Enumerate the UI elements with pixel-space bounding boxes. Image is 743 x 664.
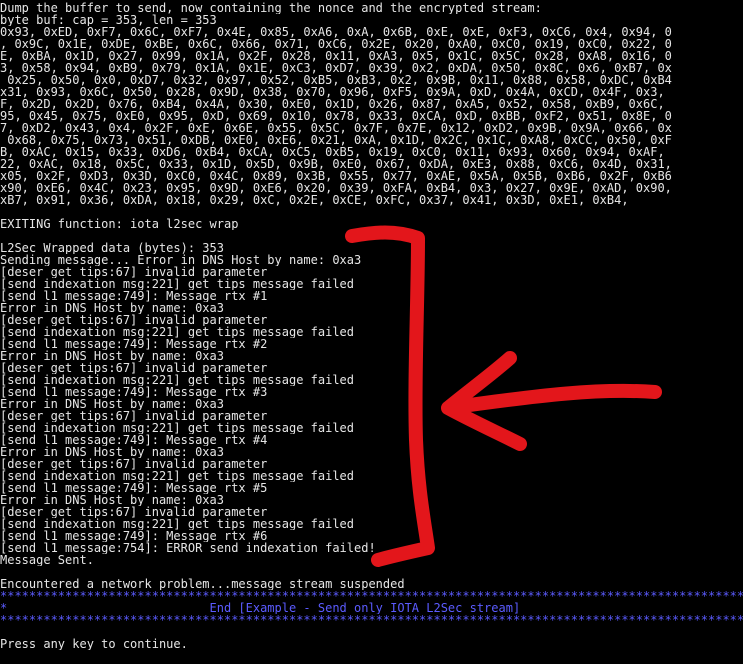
console-line: Error in DNS Host by name: 0xa3: [0, 350, 224, 362]
console-line: [send_indexation_msg:221] get tips messa…: [0, 422, 355, 434]
console-line: 95, 0x45, 0x75, 0xE0, 0x95, 0xD, 0x69, 0…: [0, 110, 672, 122]
console-line: xB7, 0x91, 0x36, 0xDA, 0x18, 0x29, 0xC, …: [0, 194, 629, 206]
console-line: [send_l1_message:749]: Message rtx #5: [0, 482, 268, 494]
console-line: [send_indexation_msg:221] get tips messa…: [0, 278, 355, 290]
console-line: , 0x9C, 0x1E, 0xDE, 0xBE, 0x6C, 0x66, 0x…: [0, 38, 672, 50]
console-line: EXITING function: iota_l2sec_wrap: [0, 218, 239, 230]
console-line: Sending message... Error in DNS Host by …: [0, 254, 362, 266]
console-line: Dump the buffer to send, now containing …: [0, 2, 542, 14]
console-line: E, 0xBA, 0x1D, 0x27, 0x99, 0x1A, 0x2F, 0…: [0, 50, 672, 62]
console-line: 7, 0xD2, 0x43, 0x4, 0x2F, 0xE, 0x6E, 0x5…: [0, 122, 672, 134]
console-line: Error in DNS Host by name: 0xa3: [0, 446, 224, 458]
console-line: [send_indexation_msg:221] get tips messa…: [0, 470, 355, 482]
console-line: [send_indexation_msg:221] get tips messa…: [0, 326, 355, 338]
console-line: Error in DNS Host by name: 0xa3: [0, 494, 224, 506]
banner-rule: ****************************************…: [0, 614, 743, 626]
console-line: [send_l1_message:754]: ERROR send indexa…: [0, 542, 376, 554]
console-line: [send_l1_message:749]: Message rtx #4: [0, 434, 268, 446]
console-line: [deser_get_tips:67] invalid parameter: [0, 362, 268, 374]
console-line: [send_l1_message:749]: Message rtx #3: [0, 386, 268, 398]
console-line: [send_indexation_msg:221] get tips messa…: [0, 374, 355, 386]
console-line: Encountered a network problem...message …: [0, 578, 405, 590]
console-line: L2Sec Wrapped data (bytes): 353: [0, 242, 224, 254]
console-line: [deser_get_tips:67] invalid parameter: [0, 458, 268, 470]
console-line: F, 0x2D, 0x2D, 0x76, 0xB4, 0x4A, 0x30, 0…: [0, 98, 665, 110]
console-output: Dump the buffer to send, now containing …: [0, 2, 743, 664]
console-line: Message Sent.: [0, 554, 94, 566]
console-line: 0x93, 0xED, 0xF7, 0x6C, 0xF7, 0x4E, 0x85…: [0, 26, 672, 38]
console-line: 22, 0xAC, 0x18, 0x5C, 0x33, 0x1D, 0x5D, …: [0, 158, 672, 170]
console-line: [send_l1_message:749]: Message rtx #2: [0, 338, 268, 350]
console-line: x05, 0x2F, 0xD3, 0x3D, 0xC0, 0x4C, 0x89,…: [0, 170, 672, 182]
banner-rule: ****************************************…: [0, 590, 743, 602]
console-line: Press any key to continue.: [0, 638, 188, 650]
console-line: [send_l1_message:749]: Message rtx #6: [0, 530, 268, 542]
console-line: [deser_get_tips:67] invalid parameter: [0, 410, 268, 422]
console-line: B, 0xAC, 0x15, 0x33, 0xD6, 0xB4, 0xCA, 0…: [0, 146, 665, 158]
console-line: [send_indexation_msg:221] get tips messa…: [0, 518, 355, 530]
console-line: [deser_get_tips:67] invalid parameter: [0, 314, 268, 326]
console-line: x90, 0xE6, 0x4C, 0x23, 0x95, 0x9D, 0xE6,…: [0, 182, 672, 194]
console-line: Error in DNS Host by name: 0xa3: [0, 302, 224, 314]
console-line: 0x25, 0x50, 0x0, 0xD7, 0x32, 0x97, 0x52,…: [0, 74, 672, 86]
banner-title: * End [Example - Send only IOTA L2Sec st…: [0, 602, 521, 614]
console-line: [send_l1_message:749]: Message rtx #1: [0, 290, 268, 302]
console-line: Error in DNS Host by name: 0xa3: [0, 398, 224, 410]
console-line: [deser_get_tips:67] invalid parameter: [0, 506, 268, 518]
console-line: 3, 0x58, 0x94, 0xB9, 0x79, 0x1A, 0x1E, 0…: [0, 62, 672, 74]
console-line: x31, 0x93, 0x6C, 0x50, 0x28, 0x9D, 0x38,…: [0, 86, 665, 98]
console-line: 0x68, 0x75, 0x73, 0x51, 0xDB, 0xE0, 0xE6…: [0, 134, 672, 146]
console-line: byte_buf: cap = 353, len = 353: [0, 14, 217, 26]
console-line: [deser_get_tips:67] invalid parameter: [0, 266, 268, 278]
